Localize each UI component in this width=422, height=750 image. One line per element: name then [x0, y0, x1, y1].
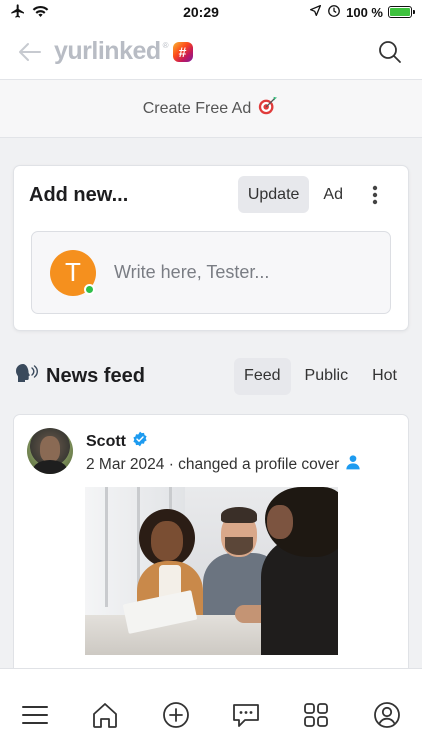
tab-public[interactable]: Public	[295, 358, 359, 395]
post-image[interactable]	[85, 487, 338, 655]
add-new-tabs: Update Ad	[237, 176, 393, 213]
chat-icon[interactable]	[224, 695, 268, 735]
tab-update[interactable]: Update	[237, 176, 310, 213]
more-options-icon[interactable]	[357, 176, 393, 213]
speaking-head-icon	[15, 362, 39, 390]
status-time: 20:29	[183, 4, 219, 20]
tab-feed[interactable]: Feed	[234, 357, 291, 395]
post-card: Scott 2 Mar 2024 · changed a profile cov…	[13, 414, 409, 684]
bottom-nav	[0, 668, 422, 750]
battery-percent: 100 %	[346, 4, 383, 20]
alarm-icon	[327, 4, 341, 21]
profile-icon[interactable]	[365, 695, 409, 735]
wifi-icon	[32, 4, 49, 21]
logo-text: yurlinked	[54, 37, 161, 65]
app-header: yurlinked ® #	[0, 24, 422, 80]
create-free-ad-banner[interactable]: Create Free Ad	[0, 80, 422, 138]
create-free-ad-label: Create Free Ad	[142, 99, 252, 117]
news-feed-title: News feed	[46, 364, 145, 387]
avatar-letter: T	[65, 257, 81, 287]
verified-badge-icon	[132, 431, 148, 452]
feed-tabs: Feed Public Hot	[234, 357, 407, 395]
post-meta-text: 2 Mar 2024 · changed a profile cover	[86, 455, 340, 473]
battery-fill	[390, 8, 410, 16]
logo-badge: #	[172, 41, 193, 62]
home-icon[interactable]	[83, 695, 127, 735]
apps-icon[interactable]	[294, 695, 338, 735]
app-logo[interactable]: yurlinked ® #	[54, 37, 193, 66]
add-icon[interactable]	[154, 695, 198, 735]
person-icon	[345, 454, 361, 475]
post-composer[interactable]: T Write here, Tester...	[31, 231, 391, 314]
tab-hot[interactable]: Hot	[362, 358, 407, 395]
post-meta: 2 Mar 2024 · changed a profile cover	[86, 454, 361, 475]
post-author: Scott	[86, 431, 148, 452]
add-new-card: Add new... Update Ad T Write here, Teste…	[13, 165, 409, 331]
composer-placeholder: Write here, Tester...	[114, 262, 270, 282]
menu-icon[interactable]	[13, 695, 57, 735]
battery-icon	[388, 6, 415, 18]
target-icon	[257, 95, 279, 122]
avatar[interactable]: T	[50, 249, 96, 296]
search-icon[interactable]	[374, 36, 406, 68]
post-author-name[interactable]: Scott	[86, 433, 126, 451]
status-left	[10, 3, 130, 22]
post-author-avatar[interactable]	[27, 428, 73, 474]
add-new-title: Add new...	[29, 184, 129, 206]
airplane-icon	[10, 3, 26, 22]
status-bar: 20:29 100 %	[0, 0, 422, 24]
online-status-dot	[84, 283, 95, 295]
logo-registered-mark: ®	[162, 41, 169, 50]
back-arrow-icon[interactable]	[16, 38, 44, 66]
location-icon	[309, 4, 322, 20]
news-feed-header: News feed Feed Public Hot	[15, 356, 407, 396]
status-right: 100 %	[272, 4, 415, 21]
tab-ad[interactable]: Ad	[313, 176, 353, 213]
